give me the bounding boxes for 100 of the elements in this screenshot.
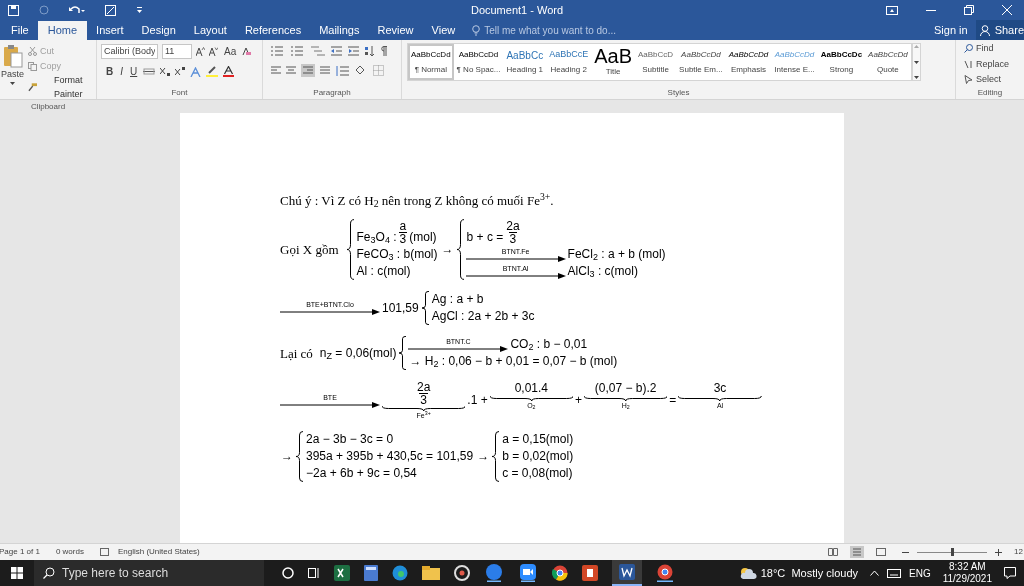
- editing-action[interactable]: Find: [964, 42, 1024, 56]
- scissors-icon: [28, 47, 37, 57]
- grow-font-icon[interactable]: [196, 47, 205, 56]
- clock-time[interactable]: 8:32 AM: [949, 561, 986, 573]
- highlighter-icon[interactable]: [206, 66, 219, 77]
- style-gallery-item[interactable]: AaB Title: [591, 44, 635, 80]
- zoom-in-icon[interactable]: [995, 548, 1003, 556]
- clear-formatting-icon[interactable]: [242, 47, 252, 56]
- touch-mode-icon[interactable]: [105, 4, 117, 16]
- ribbon-tab[interactable]: Home: [37, 21, 88, 40]
- subscript-icon[interactable]: [160, 67, 171, 76]
- taskbar-search-field[interactable]: Type here to search: [34, 560, 264, 586]
- clock-date[interactable]: 11/29/2021: [942, 573, 992, 585]
- editing-action[interactable]: Replace: [964, 57, 1024, 71]
- group-label: Paragraph: [313, 87, 351, 99]
- chat-app-icon[interactable]: [484, 564, 504, 582]
- customize-icon[interactable]: [137, 7, 142, 13]
- superscript-icon[interactable]: [175, 67, 186, 76]
- ribbon-tab[interactable]: Design: [132, 21, 185, 40]
- sign-in-link[interactable]: Sign in: [926, 20, 976, 40]
- ribbon-tab[interactable]: Review: [368, 21, 423, 40]
- clipboard-action[interactable]: Format Painter: [28, 74, 96, 101]
- math-text: FeCl$_{2}$ : a + b (mol): [567, 247, 666, 262]
- style-gallery-item[interactable]: AaBbCcE Heading 2: [546, 44, 592, 80]
- input-language[interactable]: ENG: [909, 565, 931, 581]
- ribbon-tab[interactable]: Insert: [87, 21, 133, 40]
- ribbon-tab[interactable]: Mailings: [310, 21, 369, 40]
- cortana-icon[interactable]: [282, 567, 294, 579]
- paste-button[interactable]: Paste: [1, 44, 24, 101]
- format-toggle[interactable]: I: [119, 64, 124, 79]
- format-toggle[interactable]: B: [105, 64, 115, 79]
- math-text: .1 +: [467, 393, 488, 408]
- tell-me-field[interactable]: Tell me what you want to do...: [484, 22, 685, 38]
- media-player-icon[interactable]: [454, 565, 470, 581]
- zoom-level[interactable]: 12: [1014, 546, 1023, 558]
- task-view-icon[interactable]: [308, 567, 320, 579]
- font-size-field[interactable]: 11: [162, 44, 192, 59]
- ribbon-tab[interactable]: View: [422, 21, 465, 40]
- increase-indent-icon[interactable]: [348, 46, 359, 56]
- keyboard-icon[interactable]: [887, 568, 901, 578]
- folder-icon[interactable]: [422, 566, 440, 580]
- ribbon-tab[interactable]: File: [2, 21, 38, 40]
- format-toggle[interactable]: U: [129, 64, 139, 79]
- styles-scrollbar[interactable]: [911, 43, 921, 81]
- math-text: b = 0,02(mol): [502, 449, 574, 464]
- strikethrough-icon[interactable]: [143, 68, 156, 75]
- style-gallery-item[interactable]: AaBbCcD Subtitle: [635, 44, 677, 80]
- shrink-font-icon[interactable]: [209, 47, 218, 56]
- decrease-indent-icon[interactable]: [331, 46, 342, 56]
- style-gallery-item[interactable]: AaBbCcDc Strong: [817, 44, 866, 80]
- person-icon: [979, 24, 991, 36]
- editing-action[interactable]: Select: [964, 73, 1024, 87]
- read-mode-icon[interactable]: [828, 548, 839, 556]
- style-gallery-item[interactable]: AaBbCcDd ¶ Normal: [408, 44, 454, 80]
- change-case-button[interactable]: Aa: [222, 44, 239, 59]
- multilevel-list-icon[interactable]: [311, 46, 325, 56]
- notification-icon[interactable]: [1004, 567, 1016, 579]
- page-count[interactable]: Page 1 of 1: [0, 546, 40, 558]
- restore-icon[interactable]: [964, 5, 974, 15]
- ribbon-tab[interactable]: Layout: [184, 21, 236, 40]
- style-gallery-item[interactable]: AaBbCcDd Subtle Em...: [676, 44, 726, 80]
- share-button[interactable]: Share: [975, 20, 1024, 40]
- undo-icon[interactable]: [69, 5, 85, 15]
- text-effects-icon[interactable]: [190, 66, 202, 77]
- pilcrow-icon[interactable]: [381, 46, 388, 56]
- font-name-field[interactable]: Calibri (Body: [101, 44, 158, 59]
- style-name: ¶ No Spac...: [456, 64, 501, 76]
- zoom-slider[interactable]: [917, 548, 988, 556]
- style-gallery-item[interactable]: AaBbCcDd Quote: [865, 44, 911, 80]
- ribbon-tab[interactable]: References: [235, 21, 311, 40]
- web-layout-icon[interactable]: [876, 548, 887, 556]
- presentation-app-icon[interactable]: [582, 565, 598, 581]
- style-gallery-item[interactable]: AaBbCc Heading 1: [503, 44, 547, 80]
- word-count[interactable]: 0 words: [55, 546, 84, 558]
- print-layout-icon[interactable]: [850, 546, 865, 558]
- chevron-up-icon[interactable]: [870, 570, 879, 576]
- close-icon[interactable]: [1002, 5, 1012, 15]
- word-app-icon[interactable]: [612, 560, 642, 586]
- ribbon-display-icon[interactable]: [886, 5, 898, 15]
- zoom-slider-thumb[interactable]: [950, 548, 954, 556]
- language-status[interactable]: English (United States): [117, 546, 200, 558]
- sort-icon[interactable]: [365, 46, 375, 56]
- browser-icon[interactable]: [552, 565, 568, 581]
- calculator-icon[interactable]: [364, 565, 378, 581]
- style-gallery-item[interactable]: AaBbCcDd Intense E...: [771, 44, 818, 80]
- font-color-icon[interactable]: [223, 66, 235, 77]
- style-name: Heading 1: [506, 64, 544, 76]
- video-camera-icon[interactable]: [518, 564, 538, 582]
- proofing-icon[interactable]: [99, 548, 110, 556]
- cloud-icon: [738, 567, 757, 579]
- scroll-down-icon[interactable]: [913, 60, 919, 64]
- minimize-icon[interactable]: [926, 9, 936, 11]
- spreadsheet-app-icon[interactable]: [334, 565, 350, 581]
- style-gallery-item[interactable]: AaBbCcDd Emphasis: [725, 44, 772, 80]
- weather-text[interactable]: 18°C Mostly cloudy: [760, 564, 858, 582]
- browser-icon[interactable]: [656, 564, 674, 582]
- save-icon[interactable]: [8, 4, 19, 16]
- browser-icon[interactable]: [392, 565, 408, 581]
- expand-gallery-icon[interactable]: [913, 76, 919, 79]
- style-gallery-item[interactable]: AaBbCcDd ¶ No Spac...: [453, 44, 504, 80]
